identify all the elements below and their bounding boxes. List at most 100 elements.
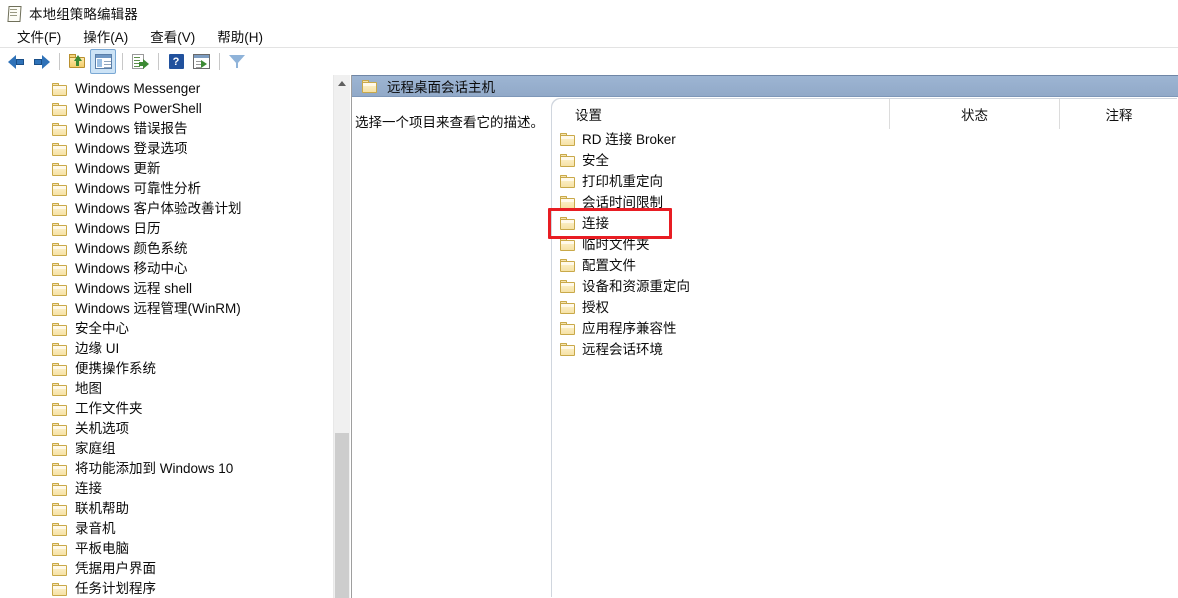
tree-item-label: Windows 远程 shell	[75, 281, 193, 297]
tree-item-label: Windows 可靠性分析	[75, 181, 202, 197]
toolbar-separator	[219, 53, 220, 70]
folder-icon	[52, 482, 68, 496]
tree-item[interactable]: Windows 可靠性分析	[0, 179, 333, 199]
folder-icon	[52, 82, 68, 96]
folder-icon	[560, 343, 576, 356]
tree-item[interactable]: ›Windows 错误报告	[0, 119, 333, 139]
settings-list-item[interactable]: 打印机重定向	[552, 171, 1178, 192]
forward-button[interactable]	[29, 50, 53, 73]
up-one-level-button[interactable]	[65, 50, 89, 73]
tree-item-label: Windows 错误报告	[75, 121, 188, 137]
tree-item[interactable]: Windows Messenger	[0, 79, 333, 99]
tree-item[interactable]: 关机选项	[0, 419, 333, 439]
menu-help[interactable]: 帮助(H)	[206, 24, 274, 49]
tree-item-label: Windows 远程管理(WinRM)	[75, 301, 241, 317]
menu-file[interactable]: 文件(F)	[6, 24, 72, 49]
scroll-up-button[interactable]	[334, 75, 350, 92]
folder-icon	[52, 342, 68, 356]
column-header-status[interactable]: 状态	[889, 99, 1059, 129]
tree-item-label: 便携操作系统	[75, 361, 156, 377]
results-pane-title: 远程桌面会话主机	[387, 80, 495, 95]
console-tree: Windows Messenger Windows PowerShell ›Wind…	[0, 79, 333, 598]
folder-icon	[52, 222, 68, 236]
tree-item[interactable]: ›平板电脑	[0, 539, 333, 559]
chevron-up-icon	[338, 81, 346, 86]
tree-item[interactable]: 联机帮助	[0, 499, 333, 519]
settings-list-item-label: 应用程序兼容性	[582, 320, 677, 336]
tree-item[interactable]: 地图	[0, 379, 333, 399]
tree-item[interactable]: ›Windows 更新	[0, 159, 333, 179]
settings-list-item-label: 连接	[582, 215, 609, 231]
back-arrow-icon	[7, 54, 25, 69]
menu-view[interactable]: 查看(V)	[139, 24, 206, 49]
settings-list-item-label: 临时文件夹	[582, 236, 650, 252]
folder-icon	[362, 79, 378, 93]
tree-item[interactable]: 安全中心	[0, 319, 333, 339]
tree-item-label: Windows Messenger	[75, 81, 201, 97]
tree-item-label: 录音机	[75, 521, 116, 537]
settings-list-item[interactable]: RD 连接 Broker	[552, 129, 1178, 150]
results-pane-header: 远程桌面会话主机	[352, 75, 1178, 97]
settings-list-item[interactable]: 应用程序兼容性	[552, 318, 1178, 339]
show-window-button[interactable]	[189, 50, 213, 73]
folder-icon	[52, 282, 68, 296]
folder-icon	[52, 542, 68, 556]
filter-button[interactable]	[225, 50, 249, 73]
export-list-icon	[131, 54, 149, 69]
back-button[interactable]	[4, 50, 28, 73]
toolbar-separator	[59, 53, 60, 70]
tree-item[interactable]: Windows 移动中心	[0, 259, 333, 279]
help-button[interactable]: ?	[164, 50, 188, 73]
column-header-settings[interactable]: 设置	[552, 99, 889, 129]
tree-item-label: 平板电脑	[75, 541, 129, 557]
tree-item[interactable]: 录音机	[0, 519, 333, 539]
folder-icon	[560, 280, 576, 293]
folder-icon	[52, 382, 68, 396]
settings-list-item[interactable]: 配置文件	[552, 255, 1178, 276]
tree-item[interactable]: 家庭组	[0, 439, 333, 459]
settings-list-item[interactable]: 安全	[552, 150, 1178, 171]
settings-list-item[interactable]: 会话时间限制	[552, 192, 1178, 213]
tree-item[interactable]: 边缘 UI	[0, 339, 333, 359]
tree-item-label: Windows 移动中心	[75, 261, 188, 277]
tree-item[interactable]: 凭据用户界面	[0, 559, 333, 579]
folder-icon	[52, 322, 68, 336]
tree-item[interactable]: Windows 客户体验改善计划	[0, 199, 333, 219]
folder-icon	[52, 302, 68, 316]
settings-list-item[interactable]: 临时文件夹	[552, 234, 1178, 255]
tree-item-label: Windows PowerShell	[75, 101, 202, 117]
tree-item[interactable]: 连接	[0, 479, 333, 499]
export-list-button[interactable]	[128, 50, 152, 73]
tree-item[interactable]: Windows 远程 shell	[0, 279, 333, 299]
tree-item[interactable]: Windows 颜色系统	[0, 239, 333, 259]
show-hide-tree-button[interactable]	[90, 49, 116, 74]
tree-item[interactable]: Windows 日历	[0, 219, 333, 239]
folder-icon	[52, 122, 68, 136]
title-bar: 本地组策略编辑器	[0, 0, 1178, 25]
column-header-comment[interactable]: 注释	[1059, 99, 1178, 129]
tree-item[interactable]: ›Windows 远程管理(WinRM)	[0, 299, 333, 319]
tree-item-label: 工作文件夹	[75, 401, 143, 417]
folder-icon	[52, 162, 68, 176]
settings-list-item[interactable]: 远程会话环境	[552, 339, 1178, 360]
tree-item[interactable]: 便携操作系统	[0, 359, 333, 379]
show-hide-tree-icon	[94, 54, 112, 69]
settings-list-item[interactable]: 授权	[552, 297, 1178, 318]
tree-item[interactable]: 任务计划程序	[0, 579, 333, 598]
tree-item[interactable]: 工作文件夹	[0, 399, 333, 419]
menu-action[interactable]: 操作(A)	[72, 24, 139, 49]
tree-item-label: 边缘 UI	[75, 341, 120, 357]
tree-item[interactable]: 将功能添加到 Windows 10	[0, 459, 333, 479]
tree-item[interactable]: Windows 登录选项	[0, 139, 333, 159]
settings-list-item[interactable]: 连接	[552, 213, 1178, 234]
tree-item-label: 任务计划程序	[75, 581, 156, 597]
description-text: 选择一个项目来查看它的描述。	[355, 115, 544, 130]
folder-icon	[52, 522, 68, 536]
settings-list: RD 连接 Broker 安全 打印机重定向 会话时间限制连接临时文件夹配置文件 设备和…	[552, 129, 1178, 360]
settings-list-panel: 设置 状态 注释 RD 连接 Broker 安全 打印机重定向 会话时间限制连接临时文…	[552, 99, 1178, 598]
tree-item[interactable]: Windows PowerShell	[0, 99, 333, 119]
tree-item-label: Windows 更新	[75, 161, 161, 177]
tree-scrollbar[interactable]	[333, 75, 350, 598]
scrollbar-thumb[interactable]	[335, 433, 349, 598]
settings-list-item[interactable]: 设备和资源重定向	[552, 276, 1178, 297]
